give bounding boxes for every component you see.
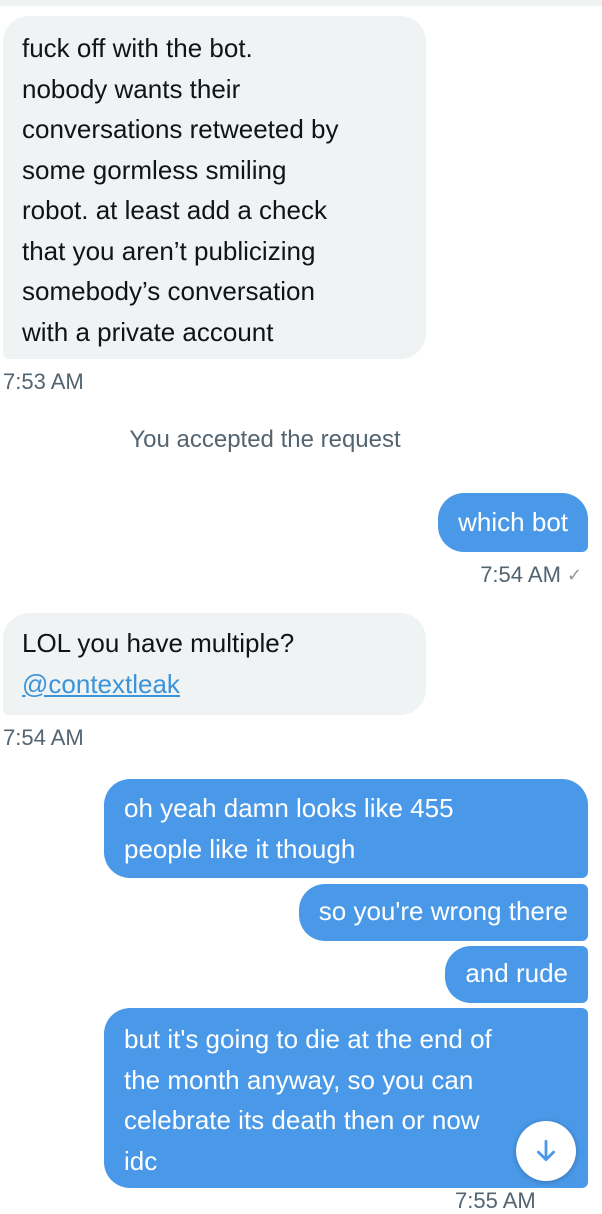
message-line: fuck off with the bot. [22,33,253,63]
arrow-down-icon [537,1139,555,1162]
message-line: with a private account [22,316,274,347]
message-line: idc [124,1145,158,1176]
message-text: and rude [465,958,568,988]
incoming-message-bubble[interactable]: LOL you have multiple? @contextleak [3,613,426,715]
top-divider [0,0,602,6]
message-line: robot. at least add a check [22,195,327,225]
message-line: nobody wants their [22,73,241,104]
message-text: so you're wrong there [318,896,568,926]
message-text: LOL you have multiple? [22,628,295,658]
check-icon: ✓ [566,565,582,585]
message-line: but it's going to die at the end of [124,1024,492,1054]
scroll-to-bottom-button[interactable] [516,1121,576,1181]
message-timestamp: 7:55 AM [455,1188,536,1213]
message-timestamp-row: 7:54 AM ✓ [480,562,582,588]
outgoing-message-bubble[interactable]: which bot [438,493,588,552]
message-line: conversations retweeted by [22,114,339,144]
message-line: the month anyway, so you can [124,1064,474,1095]
outgoing-message-bubble[interactable]: oh yeah damn looks like 455 people like … [104,779,588,878]
incoming-message-bubble[interactable]: fuck off with the bot. nobody wants thei… [3,16,426,359]
outgoing-message-bubble[interactable]: but it's going to die at the end of the … [104,1008,588,1188]
message-line: people like it though [124,833,356,864]
message-line: some gormless smiling [22,154,287,185]
message-line: that you aren’t publicizing [22,235,316,266]
outgoing-message-bubble[interactable]: so you're wrong there [298,884,588,941]
mention-link[interactable]: @contextleak [22,664,408,705]
message-timestamp: 7:54 AM [3,725,84,750]
message-text: which bot [458,507,568,537]
request-accepted-notice: You accepted the request [129,426,401,453]
message-line: celebrate its death then or now [124,1105,480,1135]
message-line: somebody’s conversation [22,276,315,306]
message-line: oh yeah damn looks like 455 [124,793,454,823]
outgoing-message-bubble[interactable]: and rude [445,946,588,1003]
message-timestamp: 7:54 AM [480,562,561,587]
message-timestamp: 7:53 AM [3,369,84,394]
